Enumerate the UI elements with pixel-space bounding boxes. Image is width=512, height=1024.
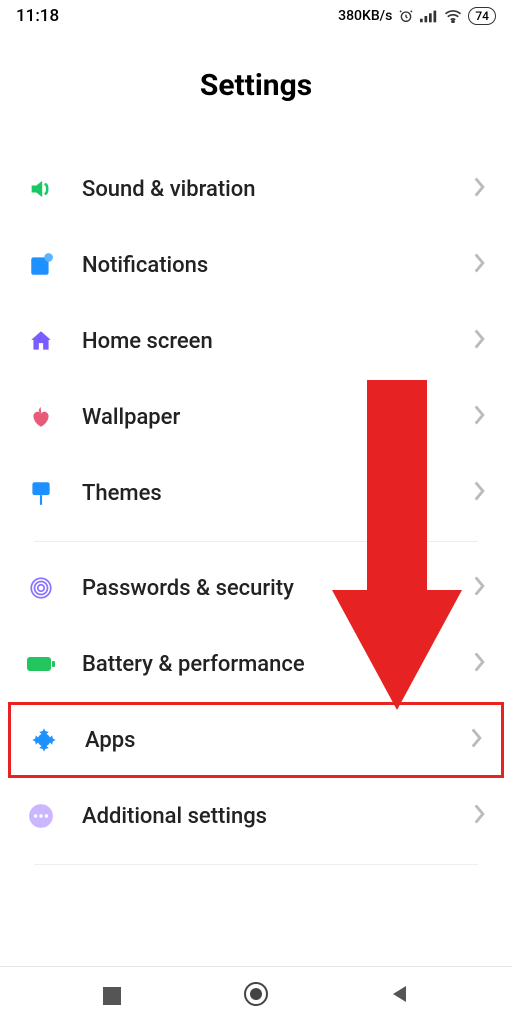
- row-notifications[interactable]: Notifications: [8, 227, 504, 303]
- chevron-right-icon: [474, 329, 486, 353]
- chevron-right-icon: [474, 177, 486, 201]
- home-icon: [26, 326, 56, 356]
- navigation-bar: [0, 966, 512, 1024]
- settings-list: Sound & vibration Notifications Home scr…: [0, 151, 512, 865]
- row-themes[interactable]: Themes: [8, 455, 504, 531]
- chevron-right-icon: [474, 576, 486, 600]
- row-label: Additional settings: [82, 804, 474, 829]
- status-bar: 11:18 380KB/s 74: [0, 0, 512, 32]
- chevron-right-icon: [474, 652, 486, 676]
- row-label: Passwords & security: [82, 576, 474, 601]
- row-label: Notifications: [82, 253, 474, 278]
- chevron-right-icon: [474, 253, 486, 277]
- signal-icon: [420, 9, 438, 23]
- nav-recent-button[interactable]: [82, 976, 142, 1016]
- row-label: Home screen: [82, 329, 474, 354]
- battery-indicator: 74: [468, 7, 496, 25]
- row-label: Themes: [82, 481, 474, 506]
- notifications-icon: [26, 250, 56, 280]
- apps-icon: [29, 725, 59, 755]
- row-label: Wallpaper: [82, 405, 474, 430]
- chevron-right-icon: [471, 728, 483, 752]
- row-apps[interactable]: Apps: [8, 702, 504, 778]
- row-sound-vibration[interactable]: Sound & vibration: [8, 151, 504, 227]
- row-home-screen[interactable]: Home screen: [8, 303, 504, 379]
- status-right: 380KB/s 74: [338, 7, 496, 25]
- chevron-right-icon: [474, 481, 486, 505]
- section-divider: [34, 541, 478, 542]
- status-speed: 380KB/s: [338, 8, 392, 24]
- row-wallpaper[interactable]: Wallpaper: [8, 379, 504, 455]
- row-passwords-security[interactable]: Passwords & security: [8, 550, 504, 626]
- row-additional-settings[interactable]: Additional settings: [8, 778, 504, 854]
- section-divider: [34, 864, 478, 865]
- battery-icon: [26, 649, 56, 679]
- chevron-right-icon: [474, 804, 486, 828]
- nav-home-button[interactable]: [226, 976, 286, 1016]
- row-label: Sound & vibration: [82, 177, 474, 202]
- chevron-right-icon: [474, 405, 486, 429]
- square-icon: [103, 987, 121, 1005]
- status-time: 11:18: [16, 6, 59, 26]
- row-label: Battery & performance: [82, 652, 474, 677]
- fingerprint-icon: [26, 573, 56, 603]
- wifi-icon: [444, 9, 462, 23]
- sound-icon: [26, 174, 56, 204]
- row-label: Apps: [85, 728, 471, 753]
- themes-icon: [26, 478, 56, 508]
- row-battery-performance[interactable]: Battery & performance: [8, 626, 504, 702]
- wallpaper-icon: [26, 402, 56, 432]
- circle-icon: [243, 981, 269, 1011]
- alarm-icon: [398, 8, 414, 24]
- triangle-left-icon: [390, 984, 410, 1008]
- more-icon: [26, 801, 56, 831]
- nav-back-button[interactable]: [370, 976, 430, 1016]
- page-title: Settings: [0, 68, 512, 103]
